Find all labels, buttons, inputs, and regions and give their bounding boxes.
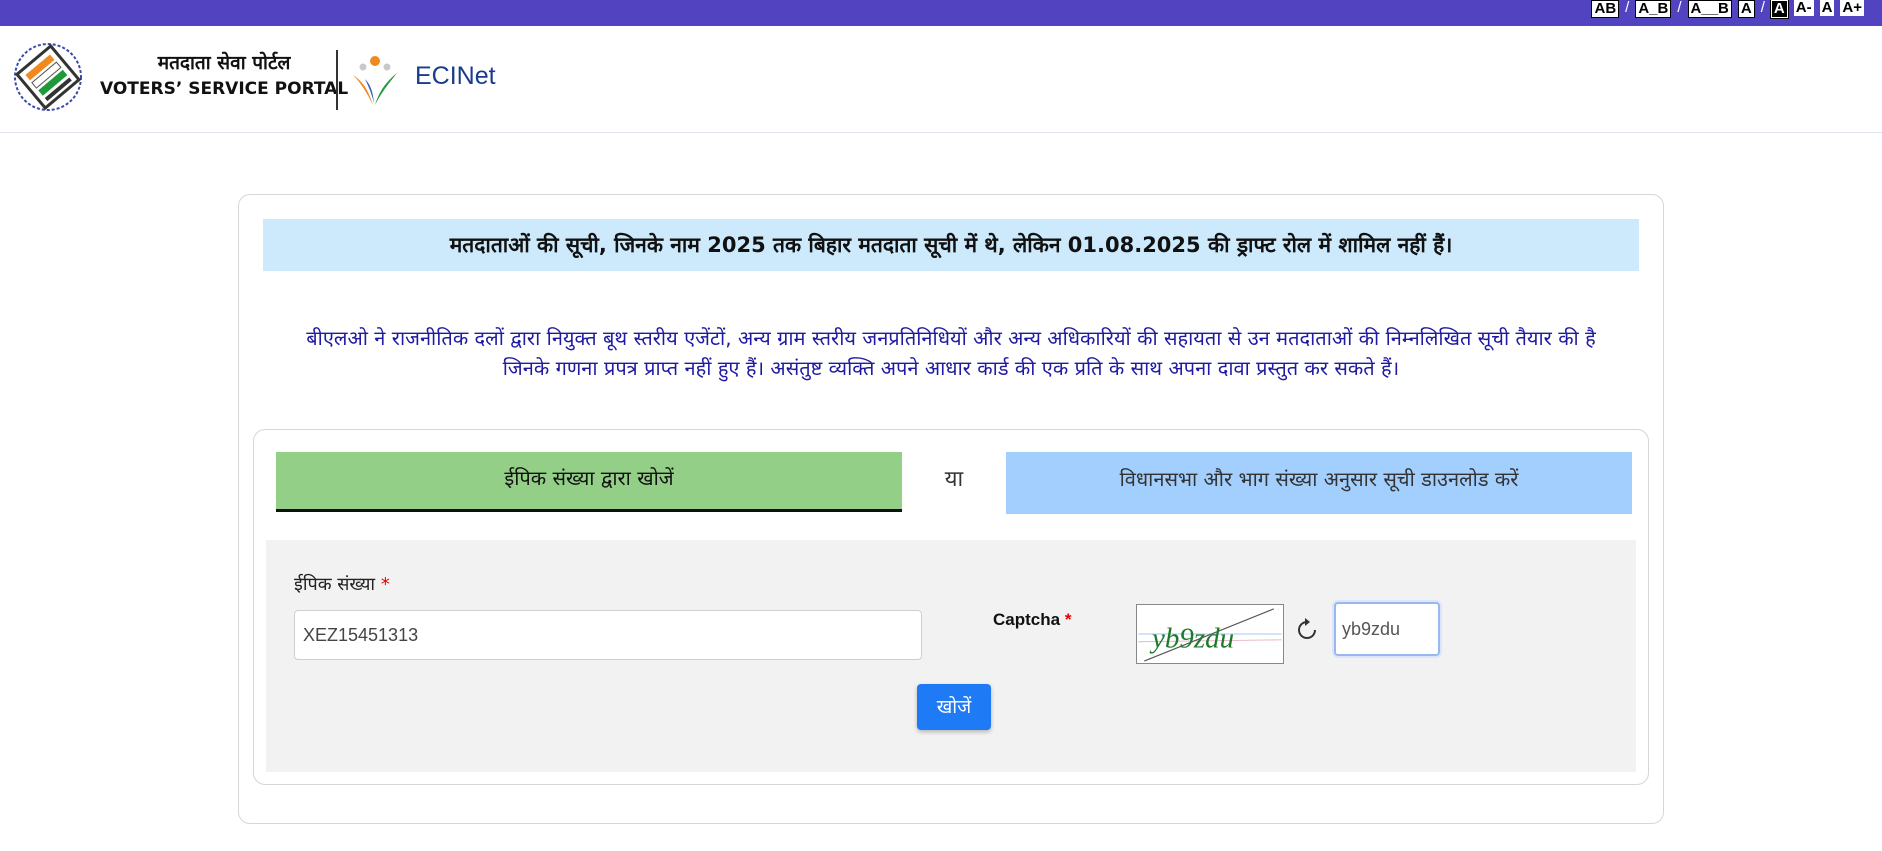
font-increase-button[interactable]: A+ (1840, 0, 1864, 16)
notice-description-line-2: जिनके गणना प्रपत्र प्राप्त नहीं हुए हैं।… (502, 356, 1400, 380)
separator: / (1760, 0, 1765, 16)
main-card: मतदाताओं की सूची, जिनके नाम 2025 तक बिहा… (238, 194, 1664, 824)
captcha-input[interactable] (1334, 602, 1440, 656)
epic-number-label-text: ईपिक संख्या (294, 574, 376, 595)
separator: / (1677, 0, 1682, 16)
ecinet-brand: ECINet (415, 62, 496, 90)
accessibility-tools: AB / A_B / A__B A / A A- A A+ (1591, 0, 1864, 19)
text-spacing-medium-button[interactable]: A_B (1635, 0, 1672, 18)
site-header: मतदाता सेवा पोर्टल VOTERS’ SERVICE PORTA… (0, 26, 1882, 133)
top-bar: AB / A_B / A__B A / A A- A A+ (0, 0, 1882, 26)
font-decrease-button[interactable]: A- (1793, 0, 1814, 16)
captcha-image-text: yb9zdu (1149, 623, 1234, 655)
captcha-label: Captcha * (993, 610, 1071, 630)
portal-name-hindi: मतदाता सेवा पोर्टल (157, 52, 291, 74)
tab-download-by-assembly[interactable]: विधानसभा और भाग संख्या अनुसार सूची डाउनल… (1006, 452, 1632, 514)
header-divider (336, 50, 338, 110)
portal-name-english: VOTERS’ SERVICE PORTAL (100, 79, 349, 99)
text-spacing-large-button[interactable]: A__B (1687, 0, 1732, 18)
ecinet-logo-icon (353, 56, 397, 105)
search-form: ईपिक संख्या * Captcha * yb9zdu खोजें (266, 540, 1636, 772)
text-spacing-normal-button[interactable]: AB (1591, 0, 1620, 18)
epic-number-label: ईपिक संख्या * (294, 572, 390, 596)
captcha-label-text: Captcha (993, 610, 1061, 629)
required-mark: * (1064, 610, 1072, 629)
search-button[interactable]: खोजें (917, 684, 991, 730)
tab-separator-or: या (944, 467, 964, 492)
font-normal-button[interactable]: A (1819, 0, 1835, 16)
notice-description-line-1: बीएलओ ने राजनीतिक दलों द्वारा नियुक्त बू… (306, 326, 1596, 350)
contrast-normal-button[interactable]: A (1737, 0, 1755, 18)
contrast-high-button[interactable]: A (1769, 0, 1789, 19)
captcha-image: yb9zdu (1136, 604, 1284, 664)
search-panel: ईपिक संख्या द्वारा खोजें या विधानसभा और … (253, 429, 1649, 785)
eci-logo-icon[interactable] (12, 41, 84, 113)
epic-number-input[interactable] (294, 610, 922, 660)
refresh-captcha-icon[interactable] (1293, 616, 1321, 644)
required-mark: * (380, 574, 390, 595)
notice-title: मतदाताओं की सूची, जिनके नाम 2025 तक बिहा… (263, 219, 1639, 271)
separator: / (1625, 0, 1630, 16)
tab-search-by-epic[interactable]: ईपिक संख्या द्वारा खोजें (276, 452, 902, 512)
notice-description: बीएलओ ने राजनीतिक दलों द्वारा नियुक्त बू… (263, 323, 1639, 383)
portal-title: मतदाता सेवा पोर्टल VOTERS’ SERVICE PORTA… (100, 50, 348, 102)
